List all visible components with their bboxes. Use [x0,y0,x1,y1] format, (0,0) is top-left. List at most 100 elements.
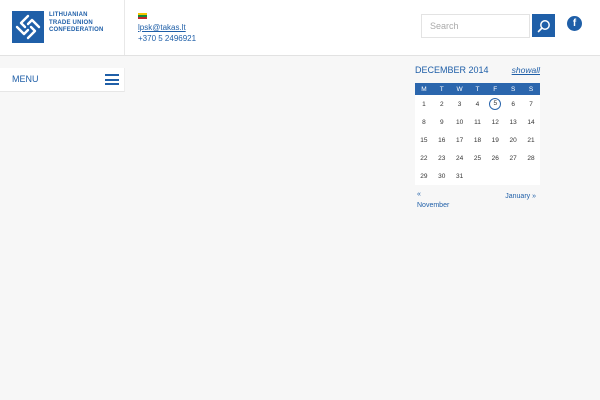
calendar-day-number: 8 [422,118,426,126]
calendar-day[interactable]: 17 [451,131,469,149]
weekday-header: S [504,83,523,95]
calendar-day-number: 24 [455,154,464,162]
calendar-day-number: 19 [491,136,499,144]
calendar-day[interactable]: 30 [433,167,451,185]
calendar-day-number: 3 [457,100,462,108]
calendar-day-number: 16 [438,136,446,144]
calendar-day[interactable]: 9 [433,113,451,131]
logo[interactable]: LITHUANIAN TRADE UNION CONFEDERATION [0,0,125,55]
logo-line: LITHUANIAN [49,12,88,18]
calendar-day-number: 6 [511,100,515,108]
search-button[interactable] [532,14,555,37]
calendar-day-number: 5 [489,98,502,110]
calendar-day[interactable]: 4 [469,95,487,113]
calendar-day-number: 13 [509,118,517,126]
search-input[interactable] [421,14,530,38]
calendar-day-number: 10 [455,118,464,126]
search-icon [537,19,550,32]
calendar-day-number: 7 [529,100,533,108]
calendar-day-number: 18 [473,136,482,144]
calendar-day-number: 12 [491,118,499,126]
calendar-day [486,167,504,185]
calendar-day-number: 1 [422,100,426,108]
calendar-day-number: 21 [527,136,535,144]
calendar-day[interactable]: 16 [433,131,451,149]
contact-info: lpsk@takas.lt +370 5 2496921 [138,11,196,44]
calendar-day-number: 2 [439,100,444,108]
calendar-day-number: 26 [491,154,499,162]
email-link[interactable]: lpsk@takas.lt [138,22,196,33]
calendar-day [522,167,540,185]
calendar-day[interactable]: 23 [433,149,451,167]
weekday-header: W [450,83,469,95]
calendar-day[interactable]: 27 [504,149,522,167]
calendar-day-number: 20 [509,136,517,144]
calendar-day-number: 17 [455,136,464,144]
calendar-day[interactable]: 7 [522,95,540,113]
calendar-day[interactable]: 26 [486,149,504,167]
calendar-day[interactable]: 3 [451,95,469,113]
logo-line: TRADE UNION [49,19,93,26]
logo-text: LITHUANIAN TRADE UNION CONFEDERATION [49,12,104,35]
calendar-day[interactable]: 14 [522,113,540,131]
calendar-day[interactable]: 8 [415,113,433,131]
weekday-header: T [432,83,451,95]
showall-link[interactable]: showall [512,65,540,75]
weekday-header: T [468,83,487,95]
calendar-day[interactable]: 21 [522,131,540,149]
calendar-day [469,167,487,185]
calendar-day[interactable]: 6 [504,95,522,113]
calendar-day[interactable]: 28 [522,149,540,167]
weekday-header: F [486,83,505,95]
calendar-day[interactable]: 13 [504,113,522,131]
lithuanian-flag-icon[interactable] [138,13,147,19]
calendar-day[interactable]: 22 [415,149,433,167]
calendar-day-number: 23 [438,154,446,162]
phone-number: +370 5 2496921 [138,34,197,43]
calendar-day[interactable]: 18 [469,131,487,149]
calendar-day[interactable]: 12 [486,113,504,131]
prev-arrow: « [417,191,421,198]
calendar-day-number: 22 [420,154,428,162]
calendar-widget: DECEMBER 2014 showall M T W T F S S 1234… [415,64,540,219]
calendar-day[interactable]: 15 [415,131,433,149]
calendar-week-row: 15 16 17 18 19 20 21 [415,131,540,149]
calendar-day-number: 15 [420,136,428,144]
calendar-day[interactable]: 29 [415,167,433,185]
logo-line: CONFEDERATION [49,27,104,33]
next-month-link[interactable]: January » [505,193,536,200]
calendar-day-number: 27 [509,154,517,162]
calendar-day [504,167,522,185]
menu-toggle[interactable]: MENU [0,68,125,92]
weekday-header: M [415,83,433,95]
prev-month-link[interactable]: « November [417,189,449,211]
calendar-day[interactable]: 24 [451,149,469,167]
calendar-day[interactable]: 10 [451,113,469,131]
calendar-day[interactable]: 2 [433,95,451,113]
calendar-day-number: 9 [439,118,444,126]
calendar-day-number: 25 [473,154,482,162]
calendar-day-number: 29 [420,172,428,180]
calendar-day-today[interactable]: 5 [486,95,504,113]
calendar-weekday-row: M T W T F S S [415,83,540,95]
site-header: LITHUANIAN TRADE UNION CONFEDERATION lps… [0,0,600,56]
calendar-day[interactable]: 25 [469,149,487,167]
calendar-day-number: 14 [527,118,535,126]
calendar-day[interactable]: 31 [451,167,469,185]
facebook-icon[interactable]: f [567,16,582,31]
calendar-day[interactable]: 19 [486,131,504,149]
calendar-day[interactable]: 1 [415,95,433,113]
calendar-grid: M T W T F S S 1 2 3 4 5 6 7 8 9 10 11 12 13 14 15 16 17 1… [415,83,540,185]
logo-icon [12,11,44,43]
calendar-day-number: 11 [474,118,481,126]
calendar-day[interactable]: 11 [469,113,487,131]
calendar-week-row: 29 30 31 [415,167,540,185]
calendar-day-number: 28 [527,154,535,162]
calendar-day[interactable]: 20 [504,131,522,149]
calendar-day-number: 4 [475,100,480,108]
calendar-day-number: 30 [438,172,446,180]
hamburger-icon [105,74,119,85]
weekday-header: S [522,83,540,95]
prev-month-label: November [417,202,450,209]
calendar-week-row: 8 9 10 11 12 13 14 [415,113,540,131]
